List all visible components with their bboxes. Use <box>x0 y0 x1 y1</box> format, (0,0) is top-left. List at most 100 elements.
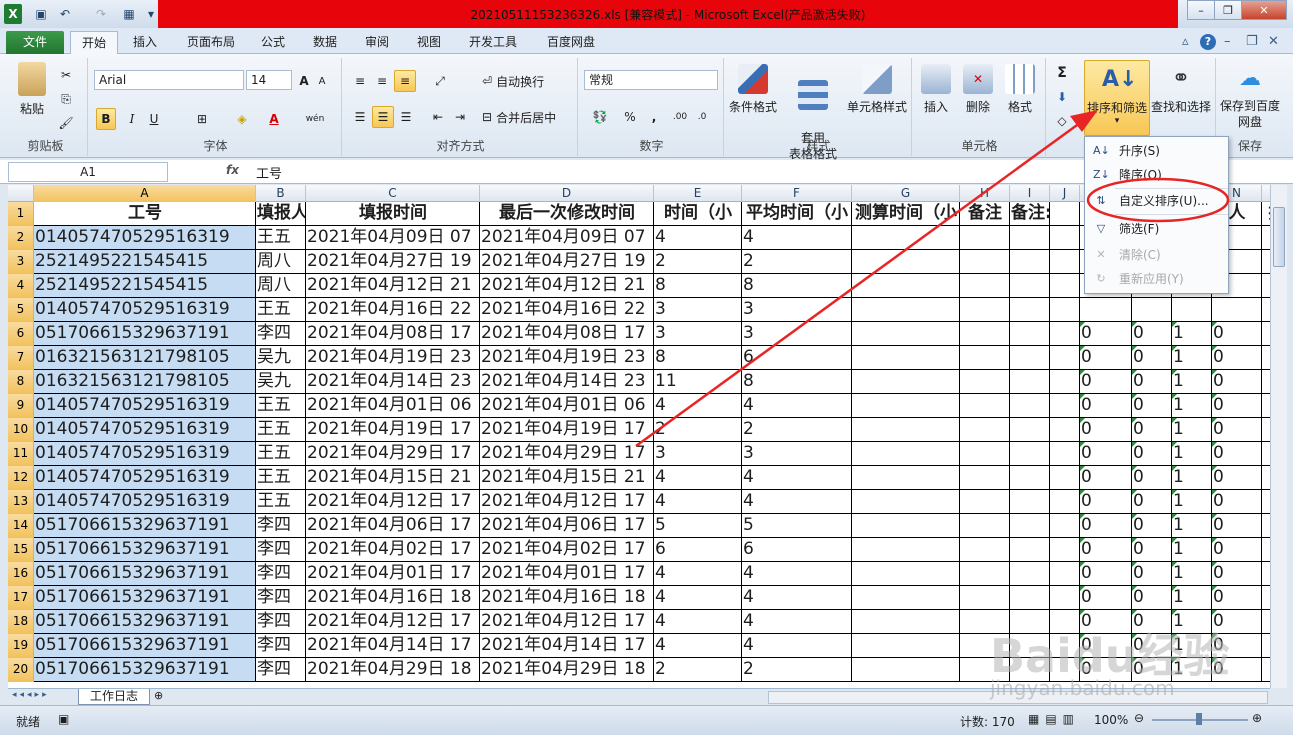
table-cell[interactable] <box>960 370 1010 394</box>
table-cell[interactable]: 051706615329637191 <box>34 634 256 658</box>
table-cell[interactable]: 1 <box>1172 538 1212 562</box>
table-cell[interactable] <box>1050 466 1080 490</box>
tab-baidu-netdisk[interactable]: 百度网盘 <box>538 31 604 54</box>
table-cell[interactable] <box>1262 538 1270 562</box>
table-cell[interactable]: 6 <box>742 346 852 370</box>
table-cell[interactable]: 2021年04月12日 17 <box>306 490 480 514</box>
name-box[interactable]: A1 <box>8 162 168 182</box>
table-cell[interactable]: 1 <box>1172 346 1212 370</box>
table-cell[interactable]: 4 <box>654 490 742 514</box>
row-header[interactable]: 11 <box>8 442 34 466</box>
table-cell[interactable] <box>1010 346 1050 370</box>
table-cell[interactable] <box>1050 250 1080 274</box>
table-cell[interactable] <box>1262 610 1270 634</box>
close-button[interactable]: ✕ <box>1241 0 1287 20</box>
table-cell[interactable]: 李四 <box>256 562 306 586</box>
table-cell[interactable] <box>1050 586 1080 610</box>
table-cell[interactable]: 李四 <box>256 658 306 682</box>
table-cell[interactable] <box>960 346 1010 370</box>
table-cell[interactable] <box>1080 298 1132 322</box>
vertical-scrollbar[interactable] <box>1270 185 1287 688</box>
table-cell[interactable] <box>852 610 960 634</box>
row-header[interactable]: 6 <box>8 322 34 346</box>
table-cell[interactable]: 4 <box>742 490 852 514</box>
table-cell[interactable]: 1 <box>1172 322 1212 346</box>
table-cell[interactable]: 4 <box>742 394 852 418</box>
header-cell[interactable] <box>1050 202 1080 226</box>
table-cell[interactable]: 0 <box>1132 562 1172 586</box>
table-cell[interactable] <box>1010 226 1050 250</box>
table-cell[interactable]: 6 <box>654 538 742 562</box>
row-header[interactable]: 9 <box>8 394 34 418</box>
table-cell[interactable]: 0 <box>1080 514 1132 538</box>
table-cell[interactable]: 0 <box>1132 418 1172 442</box>
table-cell[interactable] <box>960 226 1010 250</box>
table-cell[interactable]: 王五 <box>256 490 306 514</box>
table-cell[interactable]: 2021年04月14日 23 <box>480 370 654 394</box>
table-cell[interactable]: 2021年04月29日 18 <box>306 658 480 682</box>
table-cell[interactable] <box>1262 226 1270 250</box>
table-cell[interactable]: 李四 <box>256 322 306 346</box>
table-cell[interactable]: 014057470529516319 <box>34 226 256 250</box>
cell-styles-button[interactable]: 单元格样式 <box>844 64 910 115</box>
number-format-select[interactable]: 常规 <box>584 70 718 90</box>
table-cell[interactable]: 4 <box>742 466 852 490</box>
workbook-restore-icon[interactable]: ❐ <box>1246 34 1258 49</box>
table-cell[interactable]: 0 <box>1212 562 1262 586</box>
table-cell[interactable]: 2 <box>654 250 742 274</box>
view-buttons-icon[interactable]: ▦▤▥ <box>1028 712 1080 726</box>
table-cell[interactable]: 0 <box>1080 322 1132 346</box>
table-cell[interactable]: 014057470529516319 <box>34 298 256 322</box>
header-cell[interactable]: 最后一次修改时间 <box>480 202 654 226</box>
table-cell[interactable]: 2021年04月12日 17 <box>306 610 480 634</box>
table-cell[interactable]: 014057470529516319 <box>34 490 256 514</box>
table-cell[interactable]: 0 <box>1080 418 1132 442</box>
header-cell[interactable]: 接 <box>1262 202 1270 226</box>
table-cell[interactable] <box>852 298 960 322</box>
zoom-level[interactable]: 100% <box>1094 713 1128 727</box>
table-cell[interactable]: 8 <box>742 274 852 298</box>
table-cell[interactable]: 051706615329637191 <box>34 322 256 346</box>
restore-button[interactable]: ❐ <box>1214 0 1242 20</box>
row-header[interactable]: 1 <box>8 202 34 226</box>
table-cell[interactable]: 2 <box>654 658 742 682</box>
row-header[interactable]: 18 <box>8 610 34 634</box>
table-cell[interactable]: 王五 <box>256 466 306 490</box>
font-color-button[interactable]: A <box>262 108 286 130</box>
table-cell[interactable]: 王五 <box>256 442 306 466</box>
table-cell[interactable]: 4 <box>654 610 742 634</box>
table-cell[interactable] <box>1262 418 1270 442</box>
table-cell[interactable]: 4 <box>742 586 852 610</box>
column-header-O[interactable]: O <box>1262 185 1270 202</box>
table-cell[interactable] <box>960 538 1010 562</box>
row-header[interactable]: 3 <box>8 250 34 274</box>
table-cell[interactable] <box>960 274 1010 298</box>
comma-button[interactable]: , <box>646 106 662 128</box>
table-cell[interactable]: 2021年04月12日 17 <box>480 610 654 634</box>
table-cell[interactable]: 0 <box>1212 370 1262 394</box>
table-cell[interactable]: 11 <box>654 370 742 394</box>
table-cell[interactable]: 1 <box>1172 418 1212 442</box>
table-cell[interactable] <box>960 250 1010 274</box>
orientation-icon[interactable]: ⤢ <box>428 70 452 92</box>
fill-color-icon[interactable]: ◈ <box>230 108 254 130</box>
table-cell[interactable]: 5 <box>742 514 852 538</box>
header-cell[interactable]: 时间（小 <box>654 202 742 226</box>
table-cell[interactable]: 4 <box>742 226 852 250</box>
table-cell[interactable] <box>1132 298 1172 322</box>
tab-formulas[interactable]: 公式 <box>252 31 294 54</box>
table-cell[interactable]: 0 <box>1132 514 1172 538</box>
table-cell[interactable]: 6 <box>742 538 852 562</box>
table-cell[interactable]: 4 <box>654 466 742 490</box>
table-cell[interactable] <box>1010 322 1050 346</box>
table-cell[interactable] <box>1010 538 1050 562</box>
formula-input[interactable]: 工号 <box>256 163 282 182</box>
menu-item-sort-descending[interactable]: Z↓ 降序(O) <box>1085 163 1228 187</box>
table-cell[interactable] <box>1050 298 1080 322</box>
table-cell[interactable] <box>1010 466 1050 490</box>
table-cell[interactable]: 051706615329637191 <box>34 610 256 634</box>
menu-item-filter[interactable]: ▽ 筛选(F) <box>1085 217 1228 241</box>
table-cell[interactable]: 周八 <box>256 250 306 274</box>
percent-button[interactable]: % <box>622 106 638 128</box>
table-cell[interactable]: 051706615329637191 <box>34 538 256 562</box>
